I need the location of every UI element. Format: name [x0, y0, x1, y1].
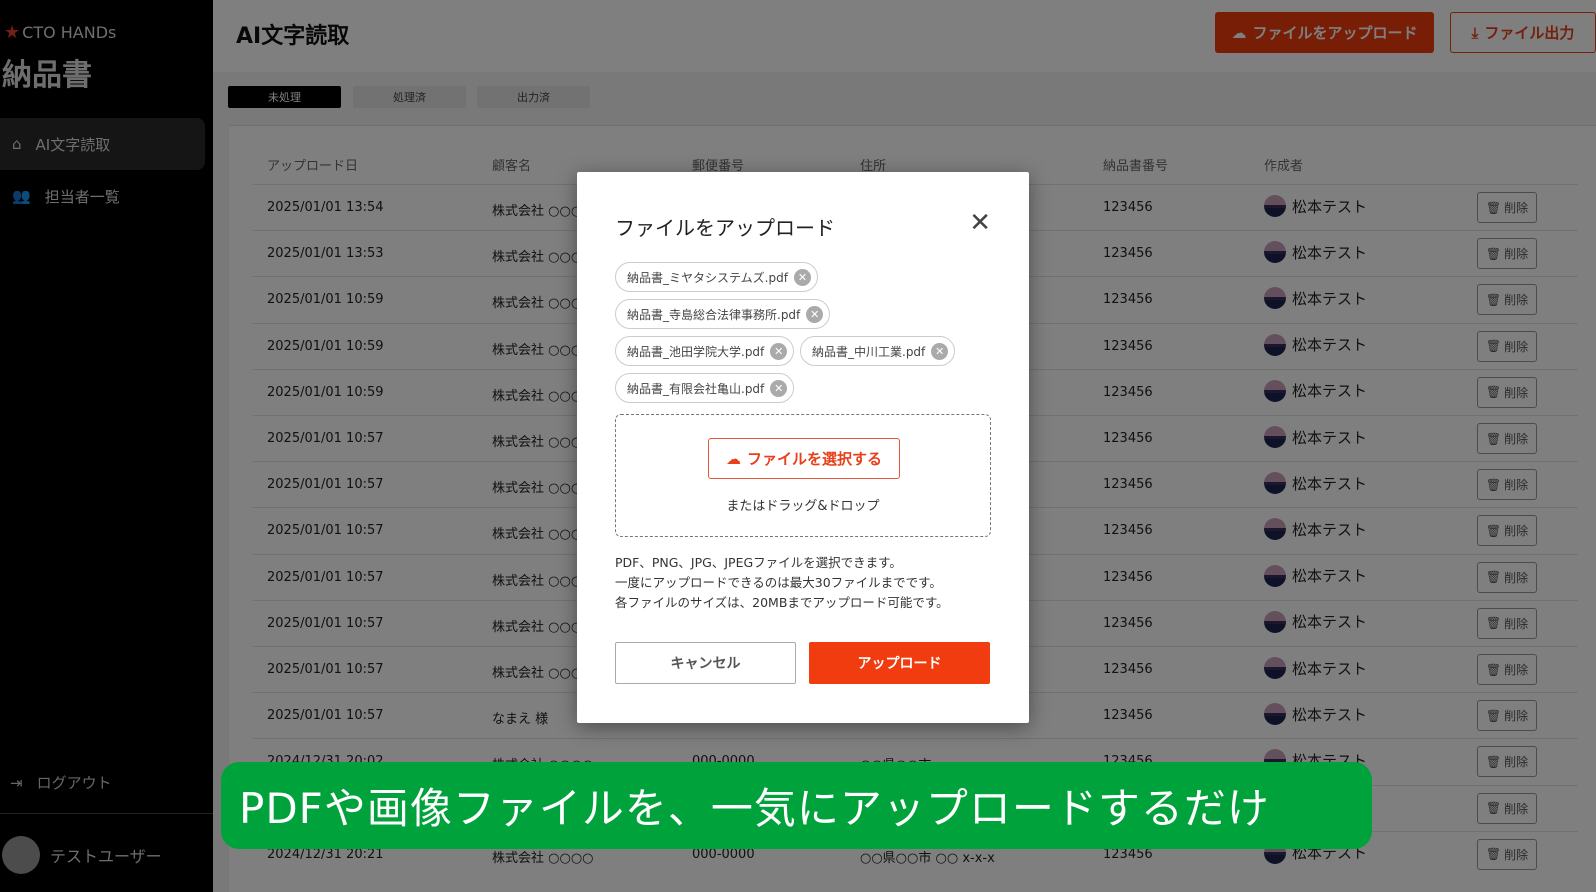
file-chip: 納品書_有限会社亀山.pdf ✕	[615, 373, 795, 403]
drag-drop-hint: またはドラッグ&ドロップ	[726, 499, 880, 514]
file-chip: 納品書_ミヤタシステムズ.pdf ✕	[615, 262, 818, 292]
file-name: 納品書_ミヤタシステムズ.pdf	[627, 270, 788, 285]
remove-file-icon[interactable]: ✕	[931, 342, 949, 360]
file-name: 納品書_寺島総合法律事務所.pdf	[627, 307, 801, 322]
file-chip: 納品書_中川工業.pdf ✕	[800, 336, 956, 366]
upload-modal: ファイルをアップロード ✕ 納品書_ミヤタシステムズ.pdf ✕ 納品書_寺島総合法…	[577, 172, 1029, 723]
remove-file-icon[interactable]: ✕	[793, 268, 811, 286]
remove-file-icon[interactable]: ✕	[770, 342, 788, 360]
modal-title: ファイルをアップロード	[615, 216, 835, 240]
info-line: 各ファイルのサイズは、20MBまでアップロード可能です。	[615, 595, 949, 610]
close-icon[interactable]: ✕	[969, 208, 991, 238]
file-chip: 納品書_寺島総合法律事務所.pdf ✕	[615, 299, 831, 329]
select-file-button[interactable]: ☁ ファイルを選択する	[708, 438, 900, 479]
remove-file-icon[interactable]: ✕	[806, 305, 824, 323]
video-caption: PDFや画像ファイルを、一気にアップロードするだけ	[221, 762, 1372, 849]
upload-info: PDF、PNG、JPG、JPEGファイルを選択できます。 一度にアップロードでき…	[615, 553, 949, 613]
remove-file-icon[interactable]: ✕	[770, 379, 788, 397]
drop-zone[interactable]: ☁ ファイルを選択する またはドラッグ&ドロップ	[615, 414, 991, 537]
upload-button[interactable]: アップロード	[809, 642, 990, 684]
info-line: 一度にアップロードできるのは最大30ファイルまでです。	[615, 575, 942, 590]
file-chip: 納品書_池田学院大学.pdf ✕	[615, 336, 795, 366]
file-name: 納品書_池田学院大学.pdf	[627, 344, 765, 359]
cancel-button[interactable]: キャンセル	[615, 642, 796, 684]
info-line: PDF、PNG、JPG、JPEGファイルを選択できます。	[615, 555, 902, 570]
file-name: 納品書_有限会社亀山.pdf	[627, 381, 765, 396]
cloud-upload-icon: ☁	[725, 449, 741, 468]
file-name: 納品書_中川工業.pdf	[812, 344, 926, 359]
select-label: ファイルを選択する	[746, 450, 882, 468]
